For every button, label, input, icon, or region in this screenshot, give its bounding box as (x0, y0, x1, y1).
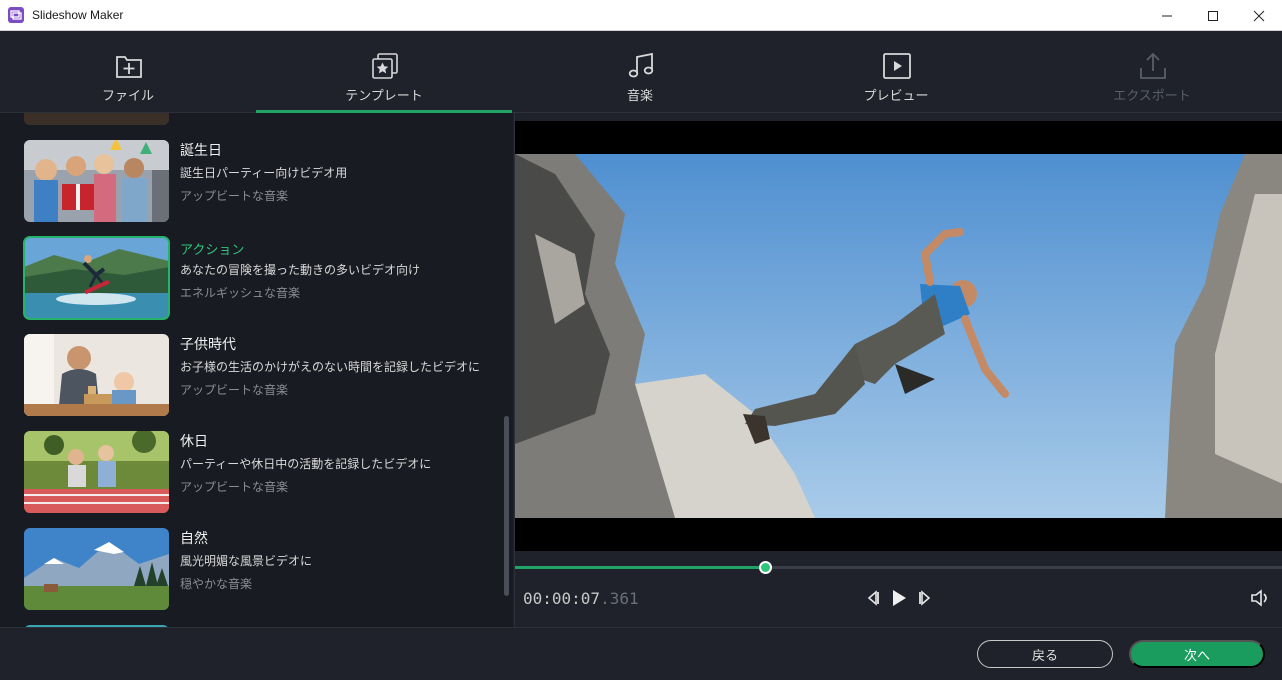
template-thumbnail-action (23, 236, 170, 320)
template-item-holiday[interactable]: 休日 パーティーや休日中の活動を記録したビデオに アップビートな音楽 (24, 431, 494, 513)
template-item-action[interactable]: アクション あなたの冒険を撮った動きの多いビデオ向け エネルギッシュな音楽 (23, 236, 494, 320)
template-title: 誕生日 (180, 143, 222, 159)
partial-thumbnail-image (24, 113, 169, 125)
add-folder-icon (116, 56, 142, 78)
action-thumbnail-image (24, 237, 169, 319)
holiday-thumbnail-image (24, 431, 169, 513)
tab-template[interactable]: テンプレート (256, 31, 512, 113)
title-bar: Slideshow Maker (0, 0, 1282, 31)
preview-panel: 00:00:07.361 (514, 113, 1282, 627)
playback-progress[interactable] (515, 561, 1282, 574)
template-description: あなたの冒険を撮った動きの多いビデオ向け (180, 263, 421, 277)
step-forward-icon (919, 590, 931, 606)
minimize-button[interactable] (1144, 0, 1190, 31)
tab-file-label: ファイル (101, 89, 154, 104)
tab-export[interactable]: エクスポート (1024, 31, 1280, 113)
template-music: アップビートな音楽 (180, 189, 289, 203)
next-button[interactable]: 次へ (1129, 640, 1265, 668)
close-button[interactable] (1236, 0, 1282, 31)
step-back-icon (867, 590, 879, 606)
timecode-ms: .361 (600, 589, 639, 608)
main-tab-bar: ファイル テンプレート 音楽 プレビュー エクスポート (0, 31, 1282, 113)
tab-preview-label: プレビュー (863, 89, 929, 104)
tab-music[interactable]: 音楽 (512, 31, 768, 113)
video-player[interactable] (515, 121, 1282, 551)
timecode-main: 00:00:07 (523, 589, 601, 608)
template-description: お子様の生活のかけがえのない時間を記録したビデオに (180, 360, 481, 374)
tab-template-label: テンプレート (345, 89, 423, 104)
template-star-icon (372, 53, 398, 79)
template-item-childhood[interactable]: 子供時代 お子様の生活のかけがえのない時間を記録したビデオに アップビートな音楽 (24, 334, 494, 416)
close-icon (1253, 10, 1265, 21)
progress-fill (515, 566, 766, 569)
volume-icon (1251, 589, 1267, 607)
list-scrollbar[interactable] (504, 416, 509, 596)
timecode: 00:00:07.361 (523, 589, 639, 608)
play-icon (893, 590, 906, 606)
template-item-nature[interactable]: 自然 風光明媚な風景ビデオに 穏やかな音楽 (24, 528, 494, 610)
childhood-thumbnail-image (24, 334, 169, 416)
template-title: アクション (180, 243, 245, 258)
template-description: パーティーや休日中の活動を記録したビデオに (180, 457, 432, 471)
template-title: 休日 (180, 434, 208, 450)
template-description: 誕生日パーティー向けビデオ用 (180, 166, 348, 180)
template-music: 穏やかな音楽 (180, 577, 253, 591)
template-item-partial-top[interactable] (24, 113, 494, 125)
template-thumbnail-childhood (24, 334, 169, 416)
maximize-icon (1208, 10, 1218, 21)
export-upload-icon (1140, 52, 1166, 79)
video-frame-image (515, 154, 1282, 518)
template-item-birthday[interactable]: 誕生日 誕生日パーティー向けビデオ用 アップビートな音楽 (24, 140, 494, 222)
birthday-thumbnail-image (24, 140, 169, 222)
minimize-icon (1162, 15, 1172, 16)
play-preview-icon (883, 53, 911, 79)
template-list[interactable]: 誕生日 誕生日パーティー向けビデオ用 アップビートな音楽 アクション あなたの冒… (0, 113, 513, 627)
tab-preview[interactable]: プレビュー (768, 31, 1024, 113)
template-music: アップビートな音楽 (180, 383, 289, 397)
app-logo-icon (8, 7, 24, 23)
bottom-bar: 戻る 次へ (0, 627, 1282, 680)
template-title: 自然 (180, 531, 208, 547)
back-button[interactable]: 戻る (977, 640, 1113, 668)
template-thumbnail-birthday (24, 140, 169, 222)
volume-button[interactable] (1249, 586, 1273, 610)
prev-frame-button[interactable] (862, 586, 884, 610)
window-title: Slideshow Maker (32, 8, 124, 22)
template-description: 風光明媚な風景ビデオに (180, 554, 313, 568)
template-music: アップビートな音楽 (180, 480, 289, 494)
template-title: 子供時代 (180, 337, 236, 353)
tab-file[interactable]: ファイル (0, 31, 256, 113)
climber-jump-image (515, 154, 1282, 518)
next-frame-button[interactable] (914, 586, 936, 610)
music-note-icon (628, 52, 654, 78)
tab-music-label: 音楽 (626, 89, 653, 104)
tab-export-label: エクスポート (1113, 89, 1191, 104)
template-thumbnail-nature (24, 528, 169, 610)
play-button[interactable] (888, 586, 910, 610)
maximize-button[interactable] (1190, 0, 1236, 31)
nature-thumbnail-image (24, 528, 169, 610)
template-thumbnail (24, 113, 169, 125)
template-music: エネルギッシュな音楽 (180, 286, 301, 300)
progress-knob[interactable] (759, 561, 773, 574)
template-thumbnail-holiday (24, 431, 169, 513)
